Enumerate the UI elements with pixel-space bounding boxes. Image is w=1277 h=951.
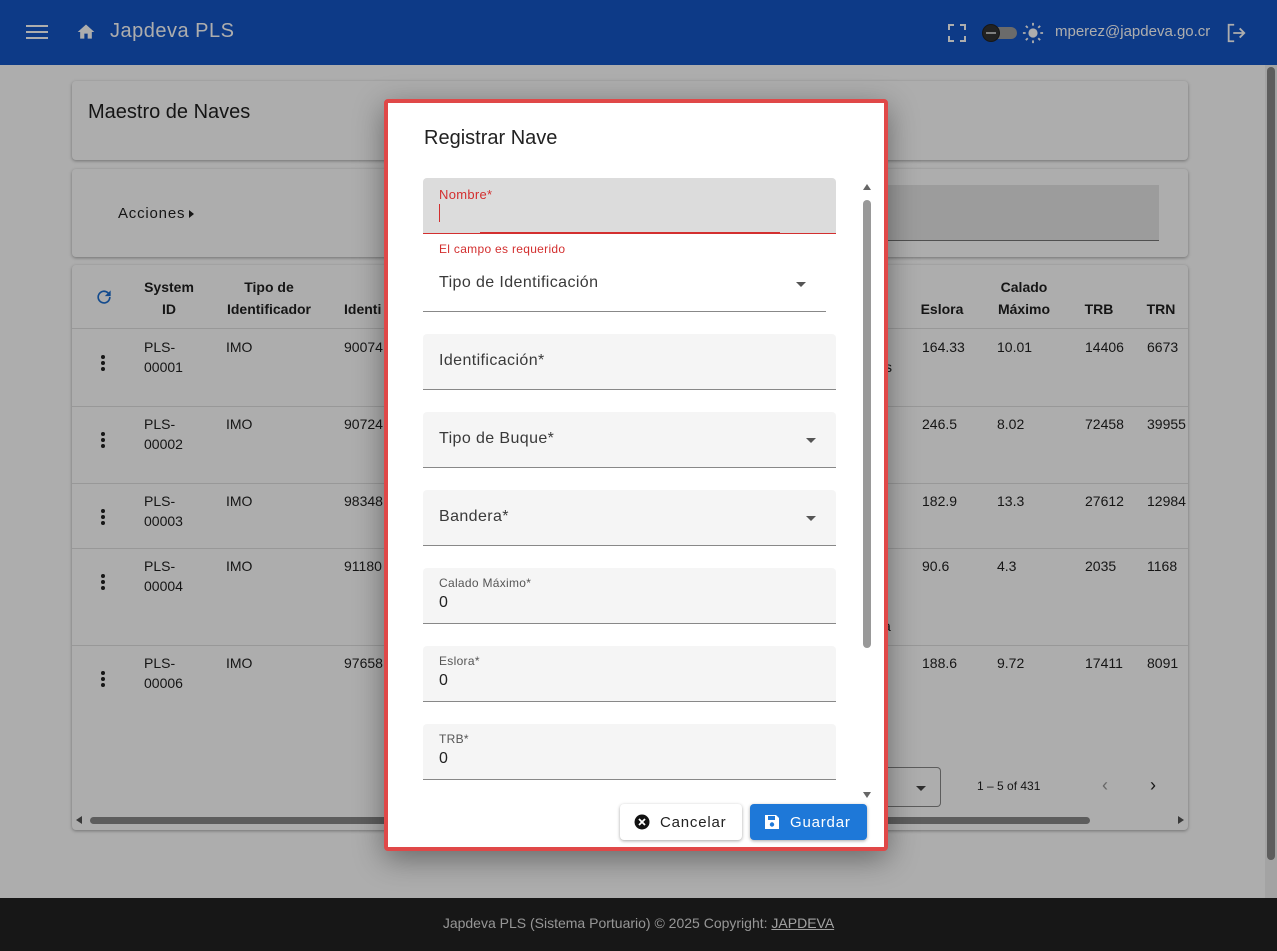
tipo-buque-label: Tipo de Buque*	[439, 430, 555, 447]
tipo-identificacion-label: Tipo de Identificación	[439, 274, 599, 291]
calado-maximo-field[interactable]: Calado Máximo* 0	[423, 568, 836, 624]
eslora-label: Eslora*	[439, 654, 480, 668]
save-label: Guardar	[790, 813, 851, 831]
dropdown-arrow-icon	[796, 282, 806, 287]
text-cursor	[439, 204, 440, 222]
trb-field[interactable]: TRB* 0	[423, 724, 836, 780]
register-ship-dialog: Registrar Nave Nombre* El campo es reque…	[384, 99, 888, 851]
nombre-error: El campo es requerido	[439, 242, 566, 256]
dialog-scrollbar[interactable]	[860, 183, 874, 799]
identificacion-field[interactable]: Identificación*	[423, 334, 836, 390]
nombre-label: Nombre*	[439, 187, 493, 202]
eslora-field[interactable]: Eslora* 0	[423, 646, 836, 702]
calado-maximo-label: Calado Máximo*	[439, 576, 532, 590]
dialog-form: Nombre* El campo es requerido Tipo de Id…	[388, 178, 884, 798]
save-icon	[765, 815, 779, 829]
cancel-label: Cancelar	[660, 813, 727, 831]
trb-label: TRB*	[439, 732, 469, 746]
calado-maximo-value: 0	[439, 594, 448, 611]
bandera-label: Bandera*	[439, 508, 509, 525]
tipo-buque-select[interactable]: Tipo de Buque*	[423, 412, 836, 468]
focus-underline	[480, 232, 780, 234]
cancel-button[interactable]: Cancelar	[620, 804, 742, 840]
bandera-select[interactable]: Bandera*	[423, 490, 836, 546]
dialog-title: Registrar Nave	[424, 127, 558, 149]
dropdown-arrow-icon	[806, 516, 816, 521]
tipo-identificacion-select[interactable]: Tipo de Identificación	[423, 256, 826, 312]
trb-value: 0	[439, 750, 448, 767]
cancel-icon	[634, 814, 650, 830]
dropdown-arrow-icon	[806, 438, 816, 443]
nombre-field[interactable]: Nombre*	[423, 178, 836, 234]
eslora-value: 0	[439, 672, 448, 689]
identificacion-label: Identificación*	[439, 352, 545, 369]
save-button[interactable]: Guardar	[750, 804, 867, 840]
